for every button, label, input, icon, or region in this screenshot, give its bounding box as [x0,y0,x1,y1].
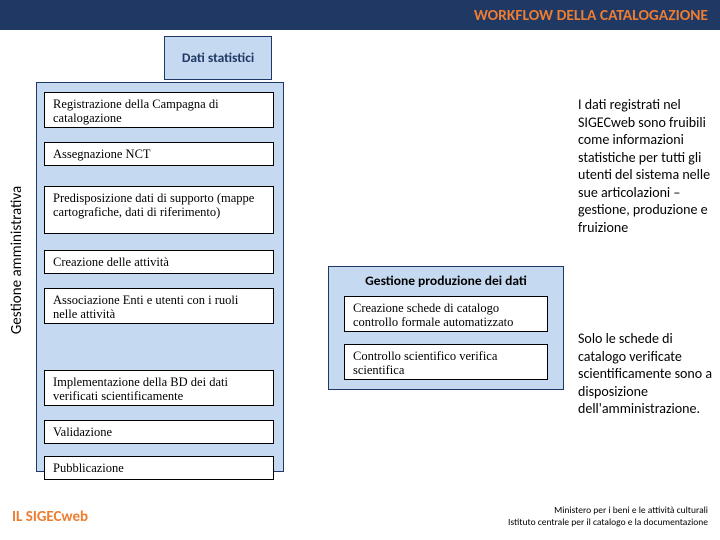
step-validazione: Validazione [44,420,274,444]
production-group-title: Gestione produzione dei dati [328,272,564,289]
dati-statistici-box: Dati statistici [164,36,272,80]
step-predisposizione: Predisposizione dati di supporto (mappe … [44,186,274,234]
step-implementazione-bd: Implementazione della BD dei dati verifi… [44,370,274,406]
footer-credits: Ministero per i beni e le attività cultu… [508,505,708,528]
admin-column-bg [36,82,284,472]
description-paragraph-1: I dati registrati nel SIGECweb sono frui… [578,96,718,236]
step-registrazione: Registrazione della Campagna di cataloga… [44,92,274,128]
footer-line-1: Ministero per i beni e le attività cultu… [508,505,708,516]
page-header: WORKFLOW DELLA CATALOGAZIONE [0,0,720,30]
step-assegnazione-nct: Assegnazione NCT [44,142,274,166]
footer-brand: IL SIGECweb [12,508,88,526]
footer-line-2: Istituto centrale per il catalogo e la d… [508,517,708,528]
step-associazione-enti: Associazione Enti e utenti con i ruoli n… [44,288,274,324]
vertical-label: Gestione amministrativa [8,160,26,360]
header-title: WORKFLOW DELLA CATALOGAZIONE [474,6,708,25]
step-pubblicazione: Pubblicazione [44,456,274,480]
description-paragraph-2: Solo le schede di catalogo verificate sc… [578,330,718,418]
dati-label: Dati statistici [182,50,254,66]
step-creazione-attivita: Creazione delle attività [44,250,274,274]
step-controllo-scientifico: Controllo scientifico verifica scientifi… [344,344,548,380]
step-creazione-schede: Creazione schede di catalogo controllo f… [344,296,548,332]
